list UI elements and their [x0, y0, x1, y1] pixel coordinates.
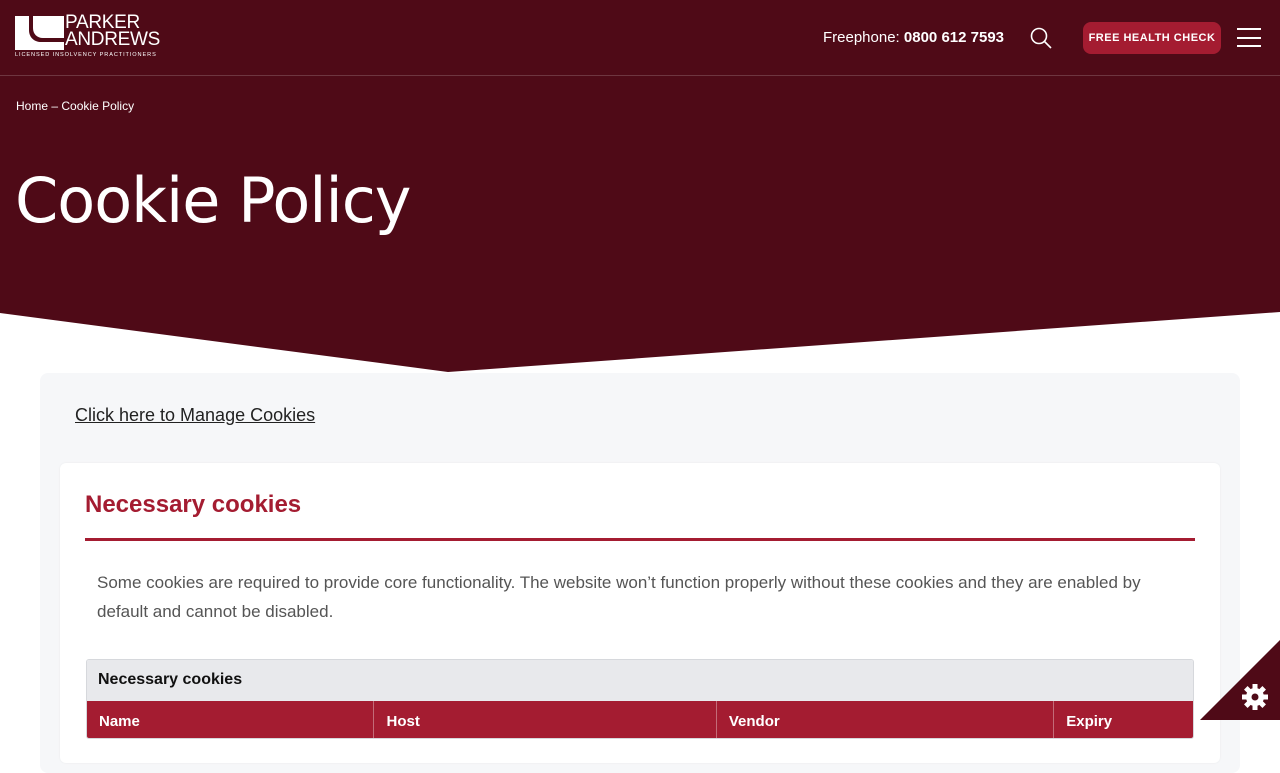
breadcrumb-separator: – — [51, 99, 59, 113]
hamburger-menu-icon[interactable] — [1237, 28, 1261, 47]
section-description: Some cookies are required to provide cor… — [97, 573, 1141, 621]
freephone-number[interactable]: 0800 612 7593 — [904, 29, 1004, 46]
free-health-check-button[interactable]: FREE HEALTH CHECK — [1083, 22, 1221, 54]
page-title: Cookie Policy — [15, 164, 411, 237]
section-divider — [85, 538, 1195, 541]
logo-mark-icon — [15, 16, 64, 50]
site-header: PARKER ANDREWS LICENSED INSOLVENCY PRACT… — [0, 0, 1280, 76]
search-icon[interactable] — [1030, 27, 1052, 49]
logo[interactable]: PARKER ANDREWS LICENSED INSOLVENCY PRACT… — [15, 13, 165, 60]
column-header-vendor: Vendor — [717, 701, 1055, 738]
breadcrumb: Home – Cookie Policy — [16, 99, 134, 113]
freephone[interactable]: Freephone: 0800 612 7593 — [823, 29, 1004, 46]
table-header-row: Name Host Vendor Expiry — [87, 701, 1193, 738]
section-title: Necessary cookies — [85, 491, 302, 518]
gear-icon — [1242, 684, 1268, 710]
breadcrumb-home[interactable]: Home — [16, 99, 48, 113]
logo-line-2: ANDREWS — [65, 29, 161, 50]
cookie-settings-button[interactable] — [1200, 640, 1280, 720]
freephone-label: Freephone: — [823, 29, 900, 46]
logo-tagline: LICENSED INSOLVENCY PRACTITIONERS — [15, 52, 157, 58]
breadcrumb-current: Cookie Policy — [61, 99, 135, 113]
column-header-host: Host — [374, 701, 717, 738]
column-header-name: Name — [87, 701, 375, 738]
column-header-expiry: Expiry — [1066, 713, 1113, 730]
table-caption: Necessary cookies — [87, 660, 1193, 701]
manage-cookies-link[interactable]: Click here to Manage Cookies — [75, 405, 315, 426]
logo-wordmark: PARKER ANDREWS — [65, 13, 161, 50]
cookies-table: Necessary cookies Name Host Vendor Expir… — [86, 659, 1194, 739]
